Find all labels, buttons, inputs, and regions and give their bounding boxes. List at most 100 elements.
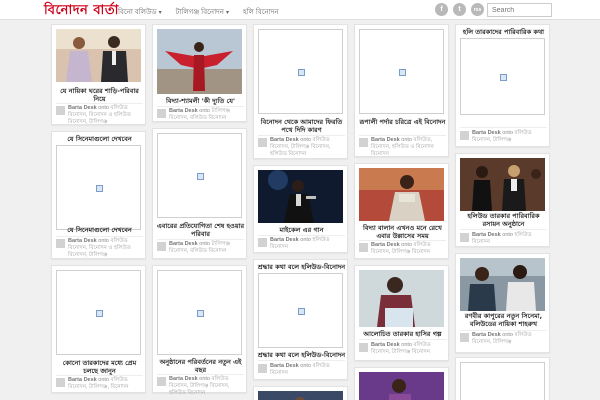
post-meta: Barta Desk onto হলিউড বিনোদন bbox=[472, 232, 548, 246]
post-author[interactable]: Barta Desk bbox=[270, 237, 299, 243]
site-logo[interactable]: বিনোদন বার্তা bbox=[44, 1, 119, 22]
post-title[interactable]: হলি তারকাদের পারিবারিক কথা bbox=[459, 28, 548, 36]
twitter-icon[interactable]: t bbox=[453, 3, 466, 16]
image-placeholder[interactable] bbox=[460, 38, 545, 115]
nav-item-bollywood[interactable]: বিনো বলিউড ▾ bbox=[118, 6, 162, 18]
post-thumbnail[interactable] bbox=[359, 270, 444, 327]
avatar bbox=[157, 109, 166, 118]
post-card[interactable]: আলোচিত তারকার হাসির গল্প Barta Desk onto… bbox=[354, 265, 449, 361]
broken-image-icon bbox=[95, 184, 103, 192]
post-author[interactable]: Barta Desk bbox=[472, 332, 501, 338]
post-card[interactable]: রণবীর কাপুরের নতুন সিনেমা, বলিউডের নায়ি… bbox=[455, 253, 550, 353]
post-title[interactable]: যে নায়িকা ঘরের শাড়ি-পরিবার নিয়ে bbox=[55, 87, 144, 103]
facebook-icon[interactable]: f bbox=[435, 3, 448, 16]
post-thumbnail[interactable] bbox=[56, 145, 141, 230]
post-author[interactable]: Barta Desk bbox=[169, 241, 198, 247]
post-title[interactable]: এবারের প্রতিযোগিতা শেষ হওয়ার পরিবার bbox=[156, 222, 245, 238]
post-card[interactable]: রূপালী পর্দার চরিত্রে এই বিনোদন Barta De… bbox=[354, 24, 449, 157]
rss-icon[interactable]: rss bbox=[471, 3, 484, 16]
post-card[interactable] bbox=[354, 367, 449, 400]
post-title[interactable]: যে সিনেমাগুলো দেখবেন bbox=[55, 135, 144, 143]
avatar bbox=[258, 364, 267, 373]
divider bbox=[157, 374, 244, 375]
image-placeholder[interactable] bbox=[359, 29, 444, 114]
post-author[interactable]: Barta Desk bbox=[472, 232, 501, 238]
image-placeholder[interactable] bbox=[460, 362, 545, 400]
post-card[interactable]: এবারের প্রতিযোগিতা শেষ হওয়ার পরিবার Bar… bbox=[152, 128, 247, 259]
divider bbox=[157, 239, 244, 240]
post-author[interactable]: Barta Desk bbox=[68, 105, 97, 111]
avatar bbox=[359, 138, 368, 147]
post-author[interactable]: Barta Desk bbox=[68, 238, 97, 244]
post-author[interactable]: Barta Desk bbox=[371, 242, 400, 248]
post-title[interactable]: রূপালী পর্দার চরিত্রে এই বিনোদন bbox=[358, 118, 447, 126]
post-title[interactable]: বিদ্যা বালান এখনও মনে রেখে এবার উল্লাসের… bbox=[358, 224, 447, 240]
search-input[interactable] bbox=[487, 3, 552, 17]
post-by: onto bbox=[98, 105, 109, 111]
divider bbox=[157, 106, 244, 107]
post-by: onto bbox=[401, 242, 412, 248]
post-by: onto bbox=[98, 238, 109, 244]
image-placeholder[interactable] bbox=[56, 270, 141, 355]
post-title[interactable]: বিদ্যা-শ্যামলী 'কী দ্যুতি যে' bbox=[156, 97, 245, 105]
post-author[interactable]: Barta Desk bbox=[68, 377, 97, 383]
post-meta: Barta Desk onto বলিউড বিনোদন, টালিগঞ্জ, … bbox=[68, 377, 144, 391]
post-author[interactable]: Barta Desk bbox=[371, 137, 400, 143]
post-title[interactable]: হলিউড তারকার পারিবারিক রসায়ন অনুষ্ঠানে bbox=[459, 212, 548, 228]
post-title[interactable]: শ্রদ্ধার কথা বলে হলিউড-বিনোদন bbox=[257, 263, 346, 271]
divider bbox=[258, 135, 345, 136]
post-card[interactable]: বিদ্যা-শ্যামলী 'কী দ্যুতি যে' Barta Desk… bbox=[152, 24, 247, 122]
post-card[interactable]: বিনোদন থেকে আমাদের ফিরতি পথে দিদি কারণ B… bbox=[253, 24, 348, 159]
post-title[interactable]: অনুষ্ঠানের পরিবর্তনের নতুন এই বছর bbox=[156, 358, 245, 374]
image-placeholder[interactable] bbox=[157, 133, 242, 218]
post-card[interactable]: মাইকেল এর গান Barta Desk onto হলিউড বিনো… bbox=[253, 165, 348, 253]
post-thumbnail[interactable] bbox=[56, 29, 141, 82]
image-placeholder[interactable] bbox=[258, 273, 343, 348]
post-thumbnail[interactable] bbox=[359, 168, 444, 221]
post-card[interactable]: অনুষ্ঠানের পরিবর্তনের নতুন এই বছর Barta … bbox=[152, 265, 247, 396]
post-thumbnail[interactable] bbox=[258, 170, 343, 223]
post-title-secondary[interactable]: শ্রদ্ধার কথা বলে হলিউড-বিনোদন bbox=[257, 351, 346, 359]
image-placeholder[interactable] bbox=[157, 270, 242, 355]
post-author[interactable]: Barta Desk bbox=[371, 342, 400, 348]
post-card[interactable] bbox=[253, 386, 348, 400]
post-image bbox=[56, 29, 141, 82]
post-thumbnail[interactable] bbox=[258, 391, 343, 400]
post-thumbnail[interactable] bbox=[157, 29, 242, 94]
post-card[interactable]: যে নায়িকা ঘরের শাড়ি-পরিবার নিয়ে Barta… bbox=[51, 24, 146, 125]
post-title[interactable]: কোনো তারকাদের মধ্যে প্রেম চলছে জানুন bbox=[55, 359, 144, 375]
post-card[interactable]: হলিউড তারকার পারিবারিক রসায়ন অনুষ্ঠানে … bbox=[455, 153, 550, 247]
post-card[interactable]: যে সিনেমাগুলো দেখবেন যে সিনেমাগুলো দেখবে… bbox=[51, 131, 146, 259]
post-title[interactable]: আলোচিত তারকার হাসির গল্প bbox=[358, 330, 447, 338]
divider bbox=[359, 240, 446, 241]
divider bbox=[56, 375, 143, 376]
post-thumbnail[interactable] bbox=[460, 158, 545, 211]
post-thumbnail[interactable] bbox=[359, 372, 444, 400]
post-title[interactable]: রণবীর কাপুরের নতুন সিনেমা, বলিউডের নায়ি… bbox=[459, 312, 548, 328]
post-title[interactable]: বিনোদন থেকে আমাদের ফিরতি পথে দিদি কারণ bbox=[257, 118, 346, 134]
post-card[interactable] bbox=[455, 357, 550, 400]
divider bbox=[460, 127, 547, 128]
divider bbox=[56, 236, 143, 237]
post-author[interactable]: Barta Desk bbox=[270, 363, 299, 369]
broken-image-icon bbox=[398, 68, 406, 76]
post-card[interactable]: শ্রদ্ধার কথা বলে হলিউড-বিনোদন শ্রদ্ধার ক… bbox=[253, 259, 348, 380]
nav-item-hollywood[interactable]: হলি বিনোদন bbox=[243, 6, 279, 18]
post-by: onto bbox=[401, 342, 412, 348]
post-author[interactable]: Barta Desk bbox=[169, 376, 198, 382]
nav-item-tollywood[interactable]: টালিগঞ্জ বিনোদন ▾ bbox=[176, 6, 229, 18]
post-thumbnail[interactable] bbox=[460, 258, 545, 311]
post-title[interactable]: মাইকেল এর গান bbox=[257, 226, 346, 234]
post-author[interactable]: Barta Desk bbox=[169, 108, 198, 114]
post-by: onto bbox=[502, 232, 513, 238]
divider bbox=[359, 135, 446, 136]
post-author[interactable]: Barta Desk bbox=[270, 137, 299, 143]
post-title-secondary[interactable]: যে সিনেমাগুলো দেখবেন bbox=[55, 226, 144, 234]
post-by: onto bbox=[199, 376, 210, 382]
post-card[interactable]: বিদ্যা বালান এখনও মনে রেখে এবার উল্লাসের… bbox=[354, 163, 449, 259]
post-card[interactable]: হলি তারকাদের পারিবারিক কথা Barta Desk on… bbox=[455, 24, 550, 147]
image-placeholder[interactable] bbox=[258, 29, 343, 114]
post-card[interactable]: কোনো তারকাদের মধ্যে প্রেম চলছে জানুন Bar… bbox=[51, 265, 146, 393]
post-meta: Barta Desk onto হলিউড বিনোদন bbox=[270, 237, 346, 251]
post-author[interactable]: Barta Desk bbox=[472, 130, 501, 136]
